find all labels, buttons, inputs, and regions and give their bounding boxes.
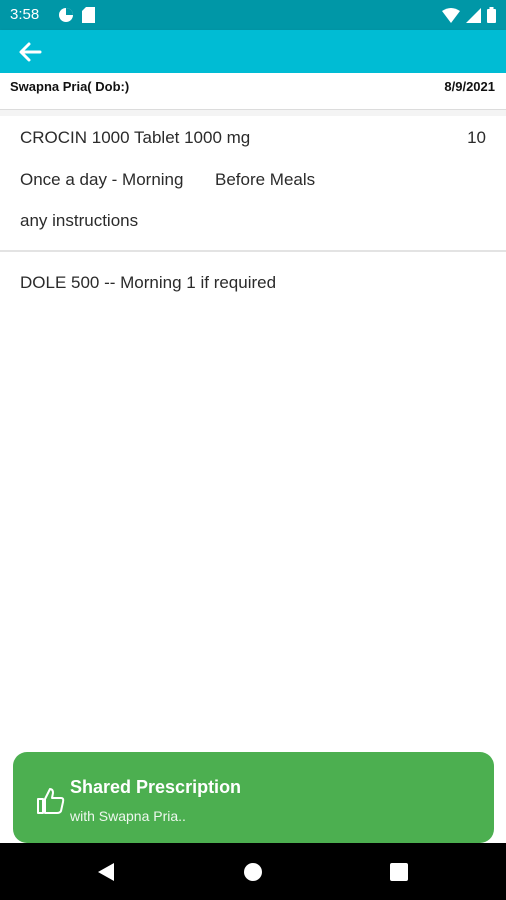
medicine-name: CROCIN 1000 Tablet 1000 mg	[20, 128, 251, 147]
status-left-icons	[58, 7, 95, 23]
toast-title: Shared Prescription	[70, 777, 242, 797]
patient-header: Swapna Pria( Dob:) 8/9/2021	[0, 73, 506, 110]
medicine-timing: Before Meals	[215, 170, 316, 189]
prescription-date: 8/9/2021	[444, 79, 495, 94]
status-bar: 3:58	[0, 0, 506, 30]
data-saver-icon	[59, 8, 73, 22]
recents-square-icon[interactable]	[387, 860, 411, 884]
toast-subtitle: with Swapna Pria..	[70, 808, 186, 824]
thumbs-up-icon	[37, 788, 65, 814]
shared-prescription-toast[interactable]: Shared Prescription with Swapna Pria..	[13, 752, 494, 843]
cellular-signal-icon	[466, 7, 481, 23]
medicine-frequency: Once a day - Morning	[20, 170, 184, 189]
sim-card-icon	[82, 7, 95, 23]
medicine-quantity: 10	[467, 128, 486, 147]
back-triangle-icon[interactable]	[94, 860, 118, 884]
system-nav-bar	[0, 843, 506, 900]
patient-name: Swapna Pria( Dob:)	[10, 79, 130, 94]
status-right-icons	[442, 7, 496, 23]
prescription-note: DOLE 500 -- Morning 1 if required	[20, 273, 277, 292]
home-circle-icon[interactable]	[241, 860, 265, 884]
wifi-icon	[442, 7, 460, 23]
app-bar	[0, 30, 506, 73]
arrow-back-icon[interactable]	[16, 38, 44, 66]
medicine-instructions: any instructions	[20, 211, 139, 230]
status-time: 3:58	[10, 6, 40, 23]
battery-icon	[487, 7, 496, 23]
medicine-card[interactable]: CROCIN 1000 Tablet 1000 mg 10 Once a day…	[0, 116, 506, 252]
